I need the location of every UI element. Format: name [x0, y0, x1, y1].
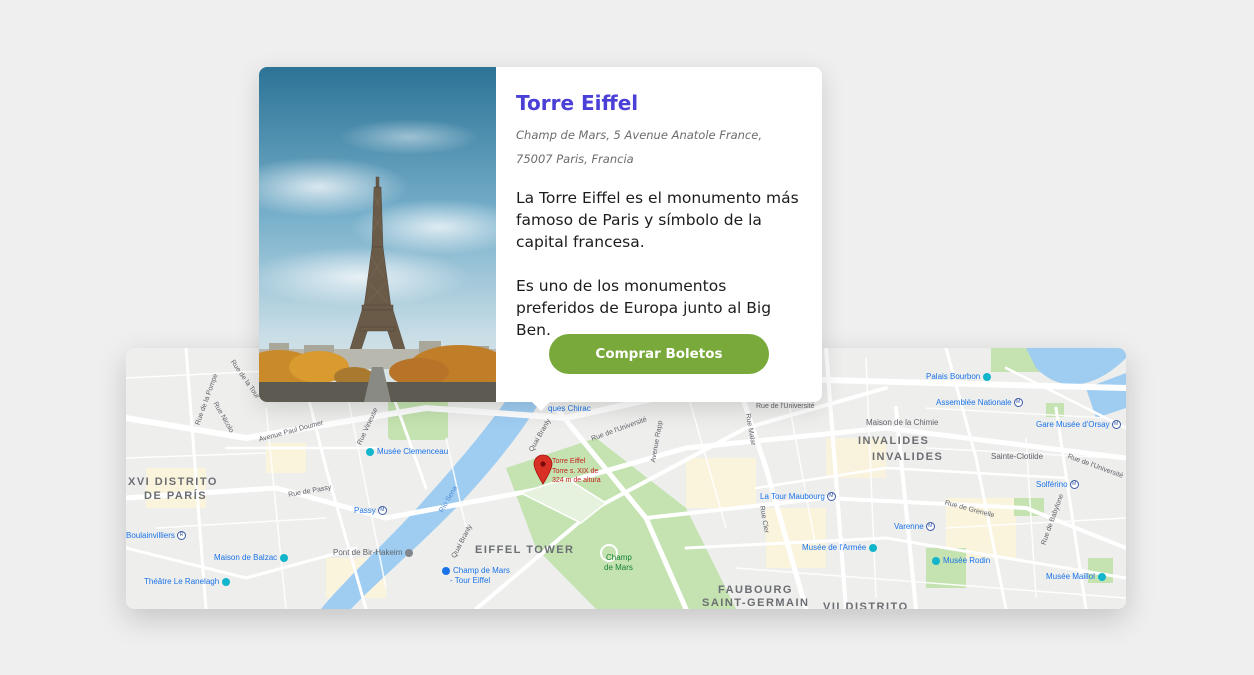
poi-pont-bir-hakeim[interactable]: Pont de Bir-Hakeim: [333, 548, 416, 557]
poi-champ-mars-tour-2[interactable]: - Tour Eiffel: [450, 576, 490, 585]
poi-musee-maillol[interactable]: Musée Maillol: [1046, 572, 1109, 581]
poi-sainte-clotilde[interactable]: Sainte-Clotilde: [991, 452, 1043, 461]
poi-theatre-ranelagh[interactable]: Théâtre Le Ranelagh: [144, 577, 233, 586]
description-paragraph-1: La Torre Eiffel es el monumento más famo…: [516, 189, 799, 251]
poi-gare-orsay[interactable]: Gare Musée d'Orsay M: [1036, 420, 1121, 430]
eiffel-tower-photo: [259, 67, 496, 402]
poi-musee-armee[interactable]: Musée de l'Armée: [802, 543, 880, 552]
place-address: Champ de Mars, 5 Avenue Anatole France, …: [516, 123, 806, 171]
card-pointer: [531, 401, 551, 411]
marker-line2: 324 m de altura: [552, 477, 601, 484]
poi-varenne[interactable]: Varenne M: [894, 522, 935, 532]
district-label: SAINT-GERMAIN: [702, 597, 810, 609]
poi-passy[interactable]: Passy M: [354, 506, 387, 516]
poi-champ-mars-park-1[interactable]: Champ: [606, 553, 632, 562]
poi-champ-mars-tour-1[interactable]: Champ de Mars: [442, 566, 510, 575]
place-title: Torre Eiffel: [516, 91, 639, 115]
district-label: FAUBOURG: [718, 584, 793, 596]
district-label: XVI DISTRITO: [128, 476, 218, 488]
district-label: EIFFEL TOWER: [475, 544, 575, 556]
poi-champ-mars-park-2[interactable]: de Mars: [604, 563, 633, 572]
district-label: DE PARÍS: [144, 490, 208, 502]
street-label: Rue de l'Université: [756, 403, 815, 410]
district-label: INVALIDES: [872, 451, 944, 463]
marker-title: Torre Eiffel: [552, 458, 586, 465]
card-content: Torre Eiffel Champ de Mars, 5 Avenue Ana…: [516, 91, 806, 341]
place-description: La Torre Eiffel es el monumento más famo…: [516, 187, 806, 341]
poi-assemblee[interactable]: Assemblée Nationale M: [936, 398, 1023, 408]
district-label: VII DISTRITO: [823, 601, 909, 609]
poi-quai-chirac[interactable]: ques Chirac: [548, 404, 591, 413]
poi-musee-clemenceau[interactable]: Musée Clemenceau: [366, 447, 448, 456]
buy-tickets-button[interactable]: Comprar Boletos: [549, 334, 769, 374]
description-paragraph-2: Es uno de los monumentos preferidos de E…: [516, 277, 772, 339]
poi-tour-maubourg[interactable]: La Tour Maubourg M: [760, 492, 836, 502]
poi-boulainvilliers[interactable]: Boulainvilliers R: [126, 531, 186, 541]
place-info-card: Torre Eiffel Champ de Mars, 5 Avenue Ana…: [259, 67, 822, 411]
poi-palais-bourbon[interactable]: Palais Bourbon: [926, 372, 994, 381]
district-label: INVALIDES: [858, 435, 930, 447]
poi-maison-chimie[interactable]: Maison de la Chimie: [866, 418, 938, 427]
poi-solferino[interactable]: Solférino M: [1036, 480, 1079, 490]
poi-maison-balzac[interactable]: Maison de Balzac: [214, 553, 291, 562]
poi-musee-rodin[interactable]: Musée Rodin: [932, 556, 990, 565]
address-line-1: Champ de Mars, 5 Avenue Anatole France,: [516, 128, 762, 142]
address-line-2: 75007 Paris, Francia: [516, 152, 634, 166]
marker-line1: Torre s. XIX de: [552, 468, 599, 475]
